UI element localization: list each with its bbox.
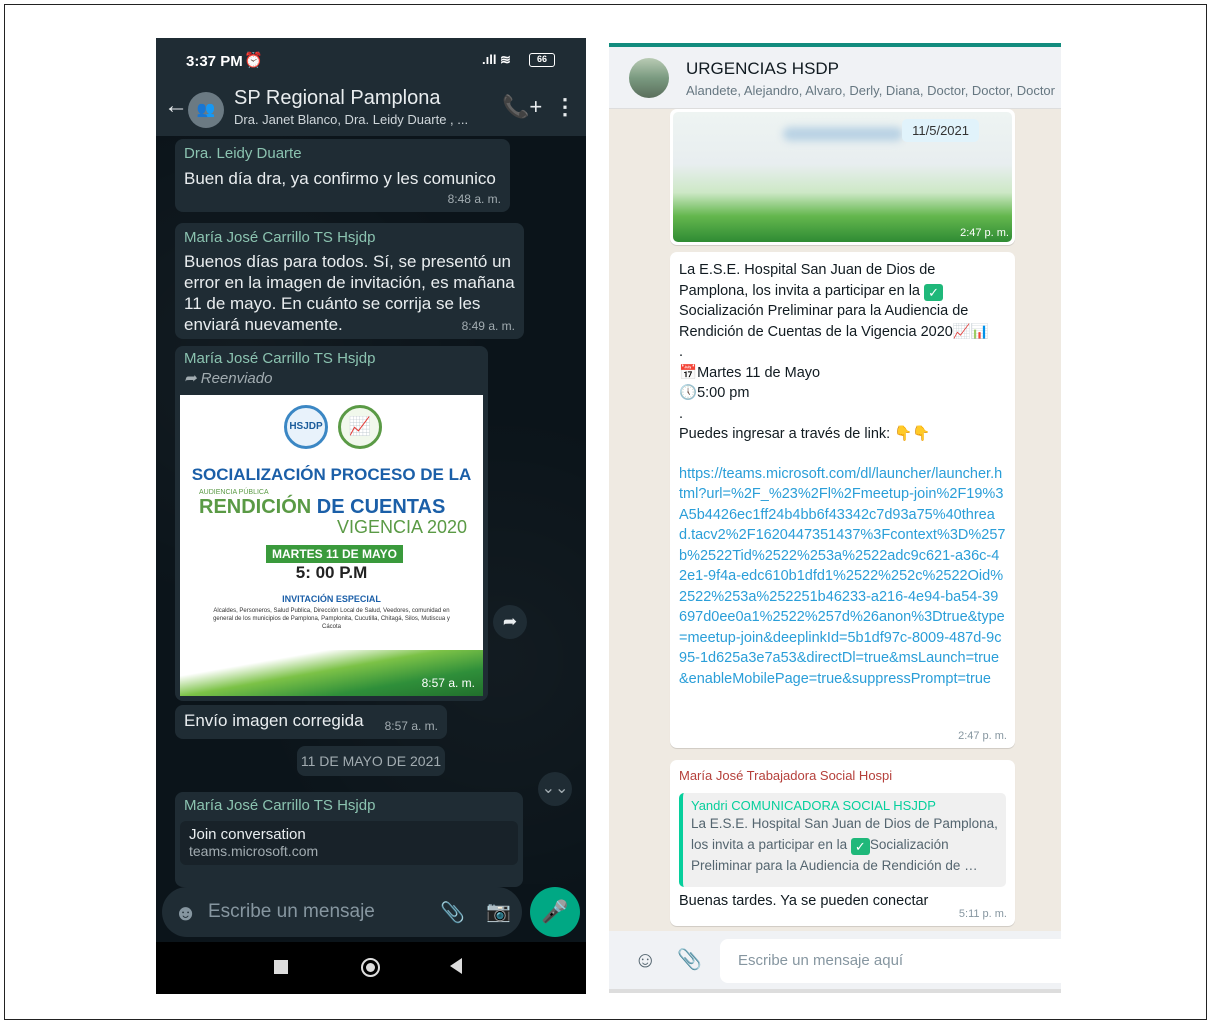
group-avatar-icon[interactable]: 👥	[188, 92, 224, 128]
chat-header: ← 👥 SP Regional Pamplona Dra. Janet Blan…	[156, 84, 586, 136]
chart-emoji-icon: 📈📊	[952, 323, 989, 340]
chat-header[interactable]: URGENCIAS HSDP Alandete, Alejandro, Alva…	[609, 47, 1061, 109]
image-message-bubble[interactable]: María José Carrillo TS Hsjdp ➦ Reenviado…	[175, 346, 488, 701]
hospital-logo: HSJDP	[284, 405, 328, 449]
scroll-down-icon[interactable]: ⌄⌄	[538, 772, 572, 806]
message-text: La E.S.E. Hospital San Juan de Dios de P…	[679, 260, 1006, 445]
message-sender: María José Carrillo TS Hsjdp	[184, 229, 376, 246]
emoji-icon[interactable]: ☻	[174, 900, 197, 926]
quoted-message[interactable]: Yandri COMUNICADORA SOCIAL HSJDP La E.S.…	[679, 793, 1006, 887]
invitation-subtitle: AUDIENCIA PÚBLICA	[199, 489, 269, 496]
quoted-text-1: La E.S.E. Hospital San Juan de Dios de P…	[691, 816, 998, 852]
invitation-special: INVITACIÓN ESPECIAL	[282, 594, 381, 604]
back-arrow-icon[interactable]: ←	[164, 92, 188, 120]
invitation-title: SOCIALIZACIÓN PROCESO DE LA	[191, 465, 472, 484]
battery-icon: 66	[529, 53, 555, 67]
camera-icon[interactable]: 📷	[486, 899, 511, 924]
group-name[interactable]: SP Regional Pamplona	[234, 87, 440, 110]
message-date: Martes 11 de Mayo	[697, 364, 821, 381]
check-emoji-icon: ✓	[850, 838, 870, 855]
message-time: 5:11 p. m.	[958, 908, 1007, 920]
heading-part1: RENDICIÓN	[199, 496, 312, 518]
link-message-bubble[interactable]: María José Carrillo TS Hsjdp Join conver…	[175, 792, 523, 887]
calendar-icon: 📅	[679, 364, 698, 381]
android-nav-bar	[156, 942, 586, 994]
invitation-heading: RENDICIÓN DE CUENTAS	[199, 496, 445, 519]
message-bubble[interactable]: La E.S.E. Hospital San Juan de Dios de P…	[670, 252, 1015, 748]
meeting-link[interactable]: https://teams.microsoft.com/dl/launcher/…	[679, 464, 1006, 690]
image-message-bubble[interactable]: 11/5/2021 2:47 p. m.	[670, 109, 1015, 245]
status-bar: 3:37 PM ⏰ .ıll ≋ 66	[156, 38, 586, 84]
message-line1: La E.S.E. Hospital San Juan de Dios de P…	[679, 262, 940, 299]
message-hour: 5:00 pm	[697, 385, 750, 401]
message-time: 8:48 a. m.	[447, 192, 501, 206]
message-time: 8:57 a. m.	[384, 719, 438, 733]
forward-icon[interactable]: ➦	[493, 605, 527, 639]
message-input-bar[interactable]: ☺ 📎 Escribe un mensaje aquí	[609, 931, 1061, 993]
chat-area[interactable]: Dra. Leidy Duarte Buen día dra, ya confi…	[156, 136, 586, 887]
message-input[interactable]: Escribe un mensaje	[208, 901, 375, 923]
mic-icon[interactable]: 🎤	[530, 887, 580, 937]
link-preview-title: Join conversation	[189, 826, 306, 843]
message-time: 8:57 a. m.	[421, 676, 475, 690]
dot-line: .	[679, 405, 684, 422]
message-text: Buenas tardes. Ya se pueden conectar	[679, 893, 929, 909]
message-input[interactable]: Escribe un mensaje aquí	[720, 939, 1061, 983]
invitation-date: MARTES 11 DE MAYO	[266, 545, 403, 563]
attach-icon[interactable]: 📎	[440, 900, 465, 925]
message-cta: Puedes ingresar a través de link:	[679, 426, 891, 442]
quoted-sender: Yandri COMUNICADORA SOCIAL HSJDP	[691, 798, 936, 813]
link-preview-url: teams.microsoft.com	[189, 843, 319, 859]
alarm-icon: ⏰	[244, 52, 263, 69]
status-time: 3:37 PM	[186, 53, 243, 70]
attach-icon[interactable]: 📎	[677, 947, 702, 972]
message-input-bar[interactable]: ☻ Escribe un mensaje 📎 📷	[162, 887, 522, 937]
message-input-placeholder: Escribe un mensaje aquí	[738, 952, 904, 969]
invitation-hour: 5: 00 P.M	[295, 563, 368, 582]
date-separator: 11 DE MAYO DE 2021	[297, 746, 445, 776]
message-sender: María José Trabajadora Social Hospi	[679, 768, 893, 783]
message-line2: Socialización Preliminar para la Audienc…	[679, 303, 973, 340]
message-time: 2:47 p. m.	[960, 227, 1009, 239]
link-preview-card[interactable]: Join conversation teams.microsoft.com	[180, 821, 518, 865]
android-whatsapp-screen: 3:37 PM ⏰ .ıll ≋ 66 ← 👥 SP Regional Pamp…	[156, 38, 586, 994]
emoji-icon[interactable]: ☺	[634, 947, 656, 973]
group-members[interactable]: Dra. Janet Blanco, Dra. Leidy Duarte , .…	[234, 112, 468, 127]
clock-icon: 🕔	[679, 385, 698, 401]
quoted-text: La E.S.E. Hospital San Juan de Dios de P…	[691, 813, 998, 876]
image-date-label: 11/5/2021	[902, 119, 979, 142]
group-name[interactable]: URGENCIAS HSDP	[686, 59, 839, 79]
signal-wifi-icon: .ıll ≋	[482, 52, 511, 67]
message-sender: María José Carrillo TS Hsjdp	[184, 797, 376, 814]
message-sender: María José Carrillo TS Hsjdp	[184, 350, 376, 367]
pointing-hands-icon: 👇👇	[894, 426, 931, 442]
group-members: Alandete, Alejandro, Alvaro, Derly, Dian…	[686, 83, 1055, 98]
invitation-vigencia: VIGENCIA 2020	[337, 517, 468, 537]
invitation-description: Alcaldes, Personeros, Salud Publica, Dir…	[213, 608, 450, 630]
add-call-icon[interactable]: 📞+	[502, 94, 542, 120]
message-text: Envío imagen corregida	[184, 711, 364, 730]
invitation-image[interactable]: HSJDP 📈 SOCIALIZACIÓN PROCESO DE LA AUDI…	[180, 395, 483, 696]
more-options-icon[interactable]: ⋮	[554, 94, 576, 120]
dot-line: .	[679, 344, 684, 360]
forwarded-label: ➦ Reenviado	[184, 370, 273, 387]
heading-part2: DE CUENTAS	[311, 496, 446, 518]
reply-message-bubble[interactable]: María José Trabajadora Social Hospi Yand…	[670, 760, 1015, 926]
home-icon[interactable]	[361, 958, 380, 977]
chat-area[interactable]: 11/5/2021 2:47 p. m. La E.S.E. Hospital …	[609, 109, 1061, 931]
message-bubble[interactable]: María José Carrillo TS Hsjdp Buenos días…	[175, 223, 524, 339]
message-time: 2:47 p. m.	[958, 730, 1007, 742]
message-bubble[interactable]: Envío imagen corregida 8:57 a. m.	[175, 705, 447, 739]
nav-back-icon[interactable]	[450, 958, 462, 974]
message-sender: Dra. Leidy Duarte	[184, 145, 302, 162]
recents-icon[interactable]	[274, 960, 288, 974]
growth-chart-logo: 📈	[338, 405, 382, 449]
message-time: 8:49 a. m.	[461, 319, 515, 333]
check-emoji-icon: ✓	[924, 283, 944, 301]
group-avatar[interactable]	[629, 58, 669, 98]
whatsapp-web-screen: URGENCIAS HSDP Alandete, Alejandro, Alva…	[609, 43, 1061, 993]
message-bubble[interactable]: Dra. Leidy Duarte Buen día dra, ya confi…	[175, 139, 510, 212]
message-text: Buen día dra, ya confirmo y les comunico	[184, 169, 496, 188]
